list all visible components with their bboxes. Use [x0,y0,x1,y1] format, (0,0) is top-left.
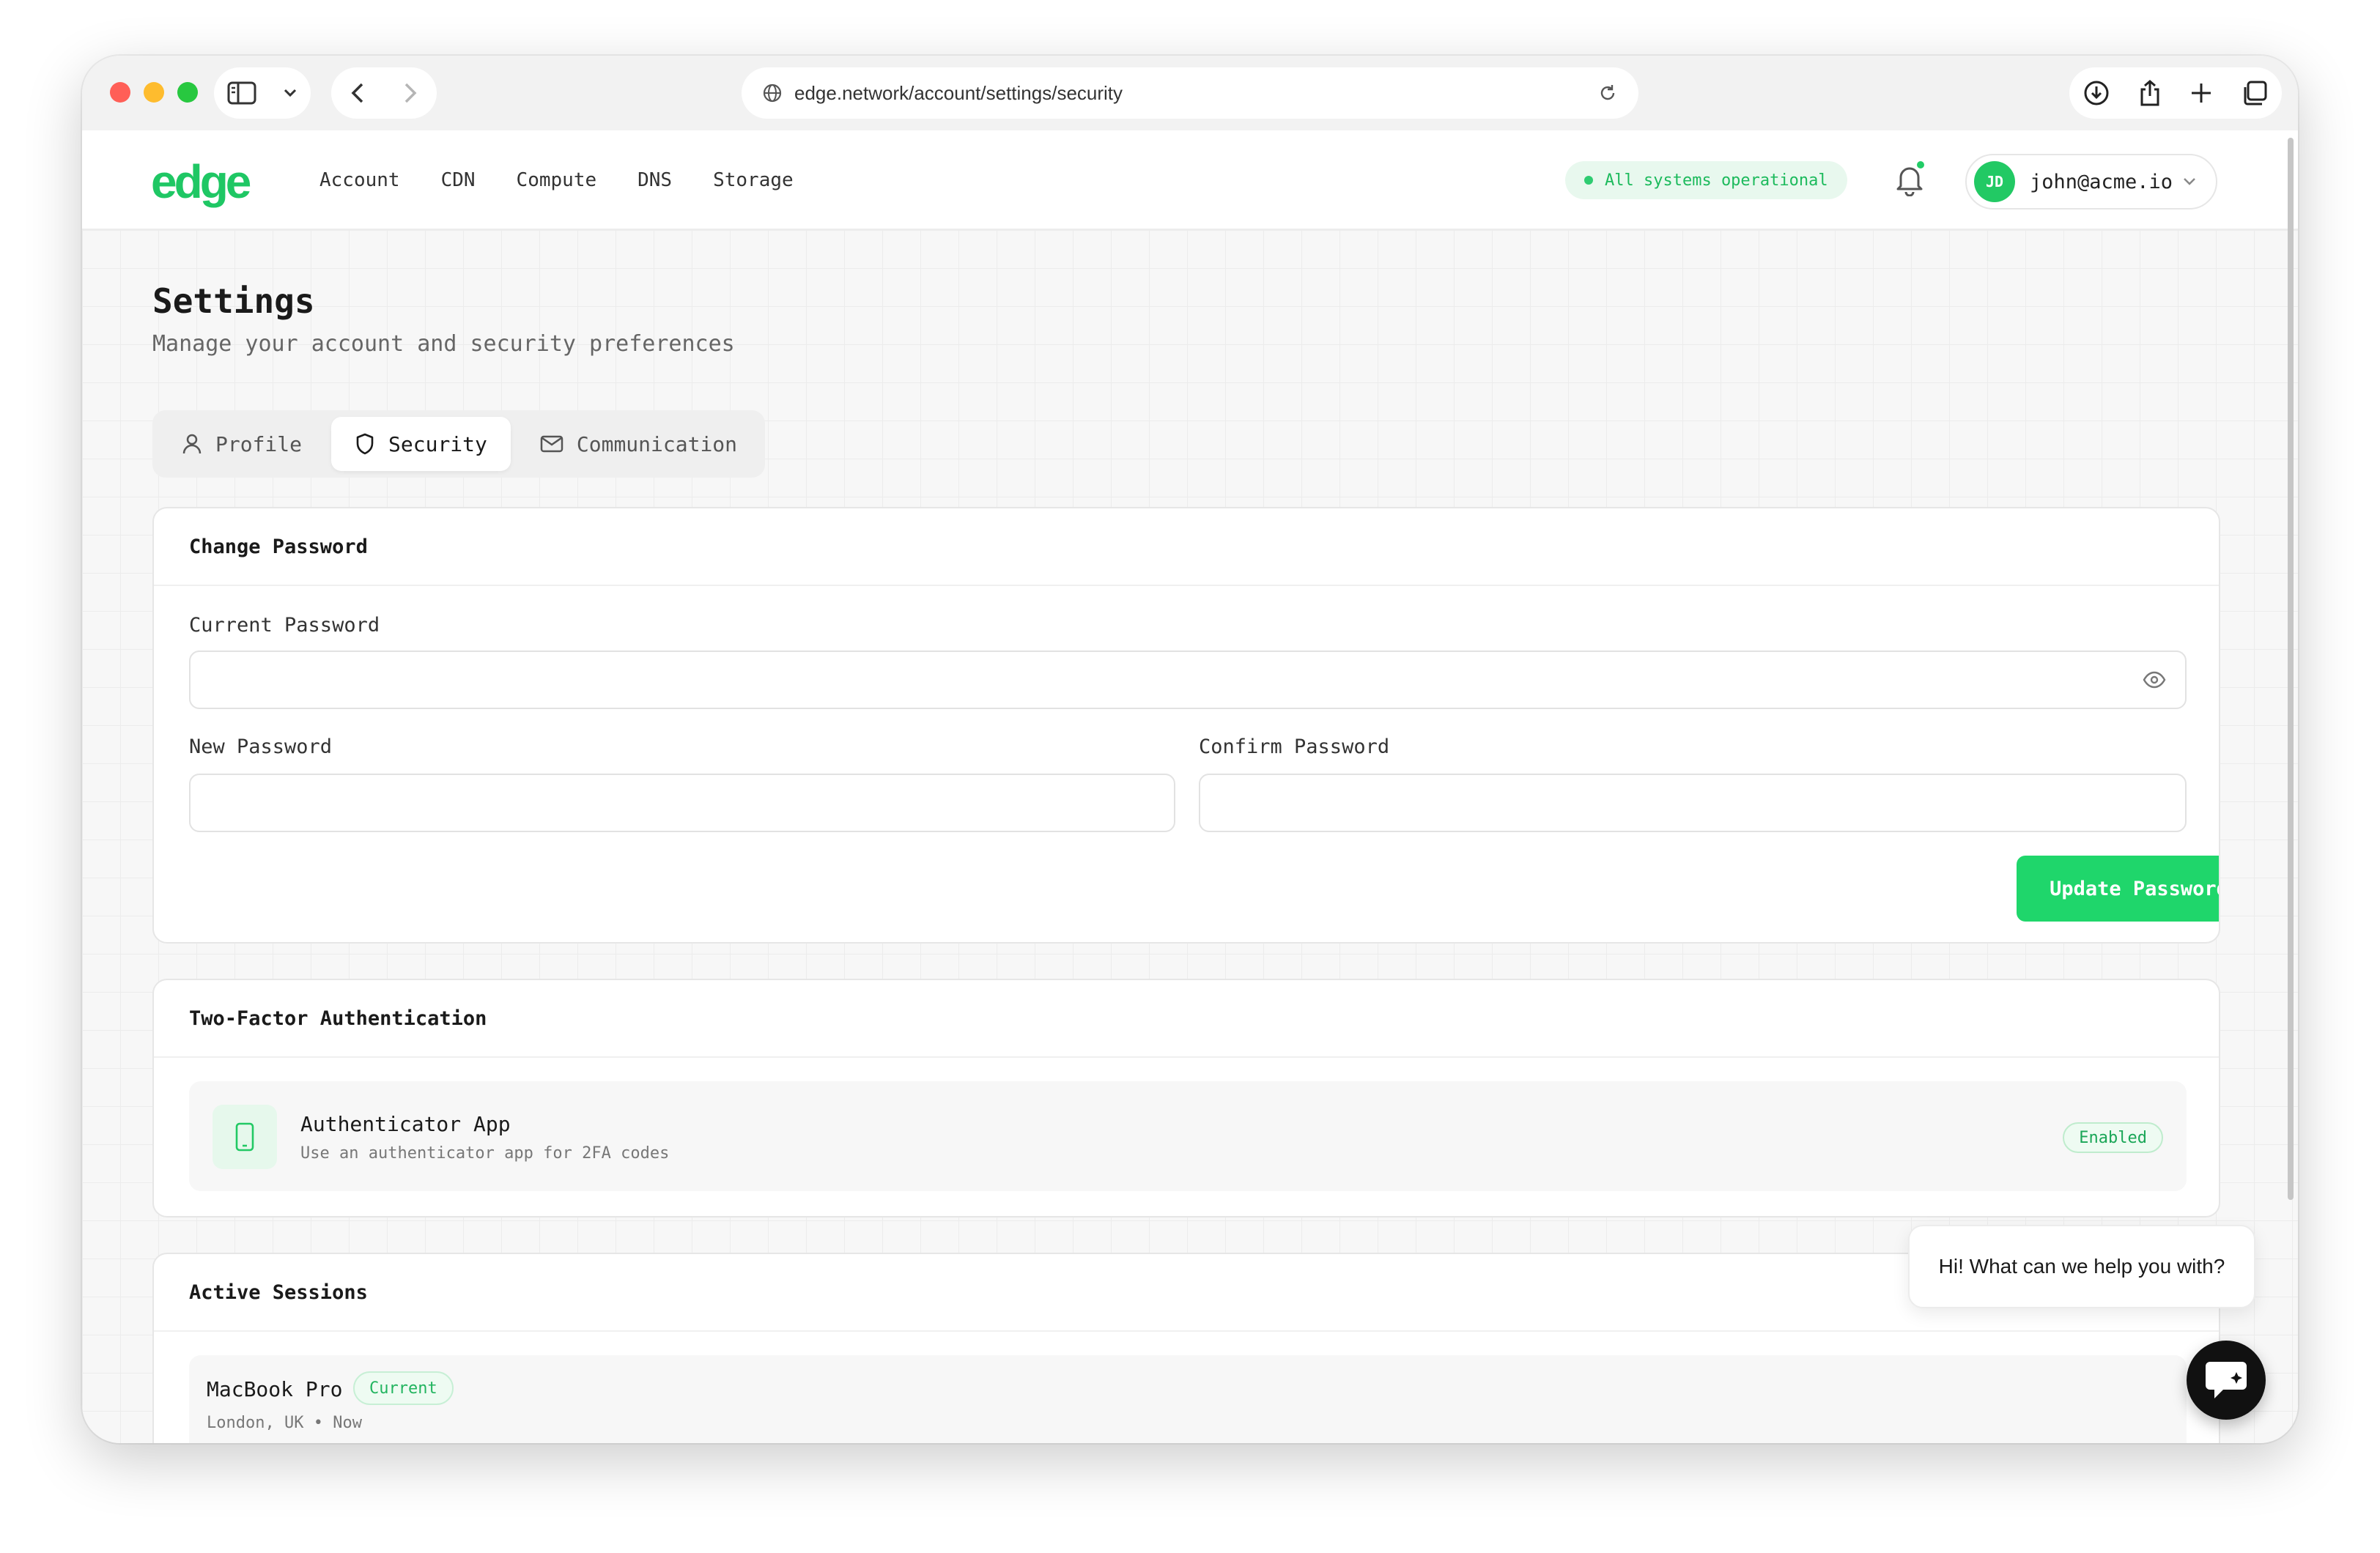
main-nav: Account CDN Compute DNS Storage [319,130,794,230]
minimize-window-button[interactable] [144,82,164,103]
two-factor-card: Two-Factor Authentication Authenticator … [152,979,2220,1217]
user-menu[interactable]: JD john@acme.io [1965,154,2217,210]
session-location: London, UK [207,1414,304,1432]
change-password-title: Change Password [154,508,2219,586]
new-tab-icon[interactable] [2189,81,2213,105]
browser-toolbar: edge.network/account/settings/security [82,56,2298,130]
sidebar-icon [227,81,256,105]
chat-launcher-button[interactable] [2187,1341,2266,1420]
sidebar-toggle-button[interactable] [214,67,311,119]
session-time: Now [333,1414,362,1432]
tab-communication-label: Communication [576,431,738,456]
download-icon[interactable] [2083,80,2110,106]
close-window-button[interactable] [110,82,130,103]
tab-overview-icon[interactable] [2242,80,2268,106]
mail-icon [540,435,563,453]
system-status-text: All systems operational [1605,171,1828,190]
current-password-label: Current Password [189,614,380,637]
chat-greeting-bubble[interactable]: Hi! What can we help you with? [1908,1225,2255,1308]
authenticator-app-title: Authenticator App [300,1112,511,1136]
shield-icon [356,433,374,455]
app-header: edge Account CDN Compute DNS Storage All… [82,130,2298,230]
maximize-window-button[interactable] [177,82,198,103]
tab-communication[interactable]: Communication [517,417,761,471]
chat-icon [2206,1362,2247,1398]
nav-cdn[interactable]: CDN [441,169,476,191]
address-bar[interactable]: edge.network/account/settings/security [742,67,1638,119]
eye-icon[interactable] [2143,671,2166,689]
forward-icon[interactable] [403,82,418,104]
url-text: edge.network/account/settings/security [794,81,1123,104]
history-nav [331,67,437,119]
nav-compute[interactable]: Compute [517,169,597,191]
update-password-button[interactable]: Update Password [2017,856,2219,922]
user-email: john@acme.io [2030,170,2173,193]
notification-dot [1915,160,1926,170]
nav-dns[interactable]: DNS [638,169,672,191]
tab-security[interactable]: Security [331,417,511,471]
status-dot-icon [1584,176,1593,185]
two-factor-title: Two-Factor Authentication [154,980,2219,1058]
reload-icon[interactable] [1597,83,1618,103]
share-icon[interactable] [2138,79,2162,107]
confirm-password-label: Confirm Password [1199,735,1390,758]
avatar: JD [1974,161,2015,202]
status-badge: Enabled [2063,1122,2163,1153]
browser-actions [2069,67,2282,119]
user-icon [182,434,202,454]
confirm-password-input[interactable] [1199,774,2187,832]
new-password-label: New Password [189,735,333,758]
page-scrollbar[interactable] [2288,138,2294,1200]
nav-storage[interactable]: Storage [713,169,794,191]
page-title: Settings [152,281,315,321]
nav-account[interactable]: Account [319,169,400,191]
smartphone-icon [212,1105,277,1169]
new-password-input[interactable] [189,774,1175,832]
chevron-down-icon [284,89,297,97]
page-subtitle: Manage your account and security prefere… [152,331,735,357]
settings-tabs: Profile Security Communication [152,410,765,478]
globe-icon [763,84,782,103]
edge-logo[interactable]: edge [151,158,251,205]
current-password-input[interactable] [189,651,2187,709]
authenticator-app-row: Authenticator App Use an authenticator a… [189,1081,2187,1191]
session-row: MacBook Pro Current London, UK • Now [189,1355,2187,1443]
system-status-badge[interactable]: All systems operational [1565,161,1847,199]
change-password-card: Change Password Current Password New Pas… [152,507,2220,944]
tab-profile[interactable]: Profile [158,417,325,471]
tab-security-label: Security [388,431,487,456]
session-meta: London, UK • Now [207,1414,362,1432]
session-device: MacBook Pro [207,1377,343,1401]
authenticator-app-description: Use an authenticator app for 2FA codes [300,1144,670,1163]
browser-window: edge.network/account/settings/security e… [82,56,2298,1443]
back-icon[interactable] [350,82,365,104]
current-session-badge: Current [353,1371,454,1405]
chevron-down-icon [2184,178,2195,185]
tab-profile-label: Profile [215,431,303,456]
